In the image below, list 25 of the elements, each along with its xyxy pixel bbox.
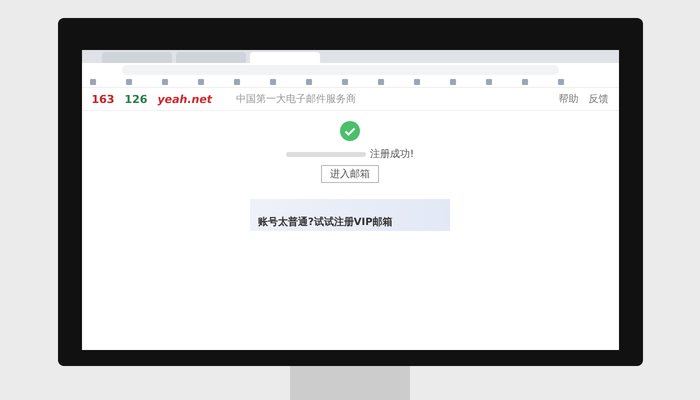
logo[interactable]: yeah.net [157,92,212,106]
header-link[interactable]: 反馈 [588,92,608,106]
bookmark-icon[interactable] [414,79,420,85]
banner-text: 账号太普通?试试注册VIP邮箱 [258,215,393,229]
bookmark-icon[interactable] [558,79,564,85]
bookmark-icon[interactable] [234,79,240,85]
bookmark-icon[interactable] [342,79,348,85]
bookmark-icon[interactable] [450,79,456,85]
bookmark-icon[interactable] [378,79,384,85]
bookmark-icon[interactable] [522,79,528,85]
logo[interactable]: 126 [124,92,148,106]
slogan: 中国第一大电子邮件服务商 [236,92,356,106]
logo[interactable]: 163 [92,92,114,106]
bookmark-icon[interactable] [270,79,276,85]
enter-mailbox-button[interactable]: 进入邮箱 [321,165,379,183]
bookmark-icon[interactable] [126,79,132,85]
bookmark-icon[interactable] [162,79,168,85]
header-link[interactable]: 帮助 [558,92,578,106]
bookmark-icon[interactable] [198,79,204,85]
bookmark-icon[interactable] [306,79,312,85]
check-icon [340,121,360,141]
vip-banner[interactable]: 账号太普通?试试注册VIP邮箱 [250,199,450,231]
success-message: 注册成功! [370,148,414,161]
bookmark-icon[interactable] [486,79,492,85]
bookmark-icon[interactable] [90,79,96,85]
